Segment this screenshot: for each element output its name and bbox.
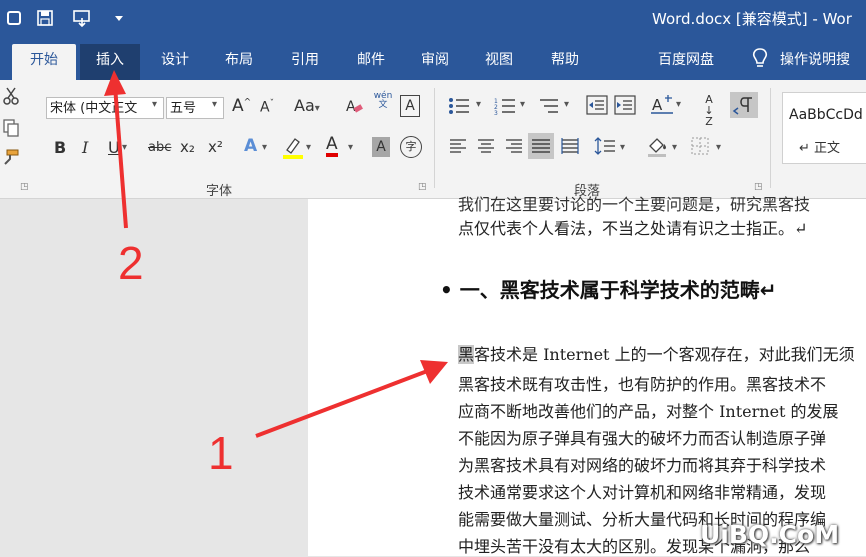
annotation-number-1: 1 — [208, 427, 234, 479]
arrow-to-insert-tab — [104, 70, 128, 229]
arrow-to-cursor — [255, 360, 448, 438]
annotation-number-2: 2 — [118, 237, 144, 289]
watermark: UiBQ.CoM — [700, 520, 840, 549]
